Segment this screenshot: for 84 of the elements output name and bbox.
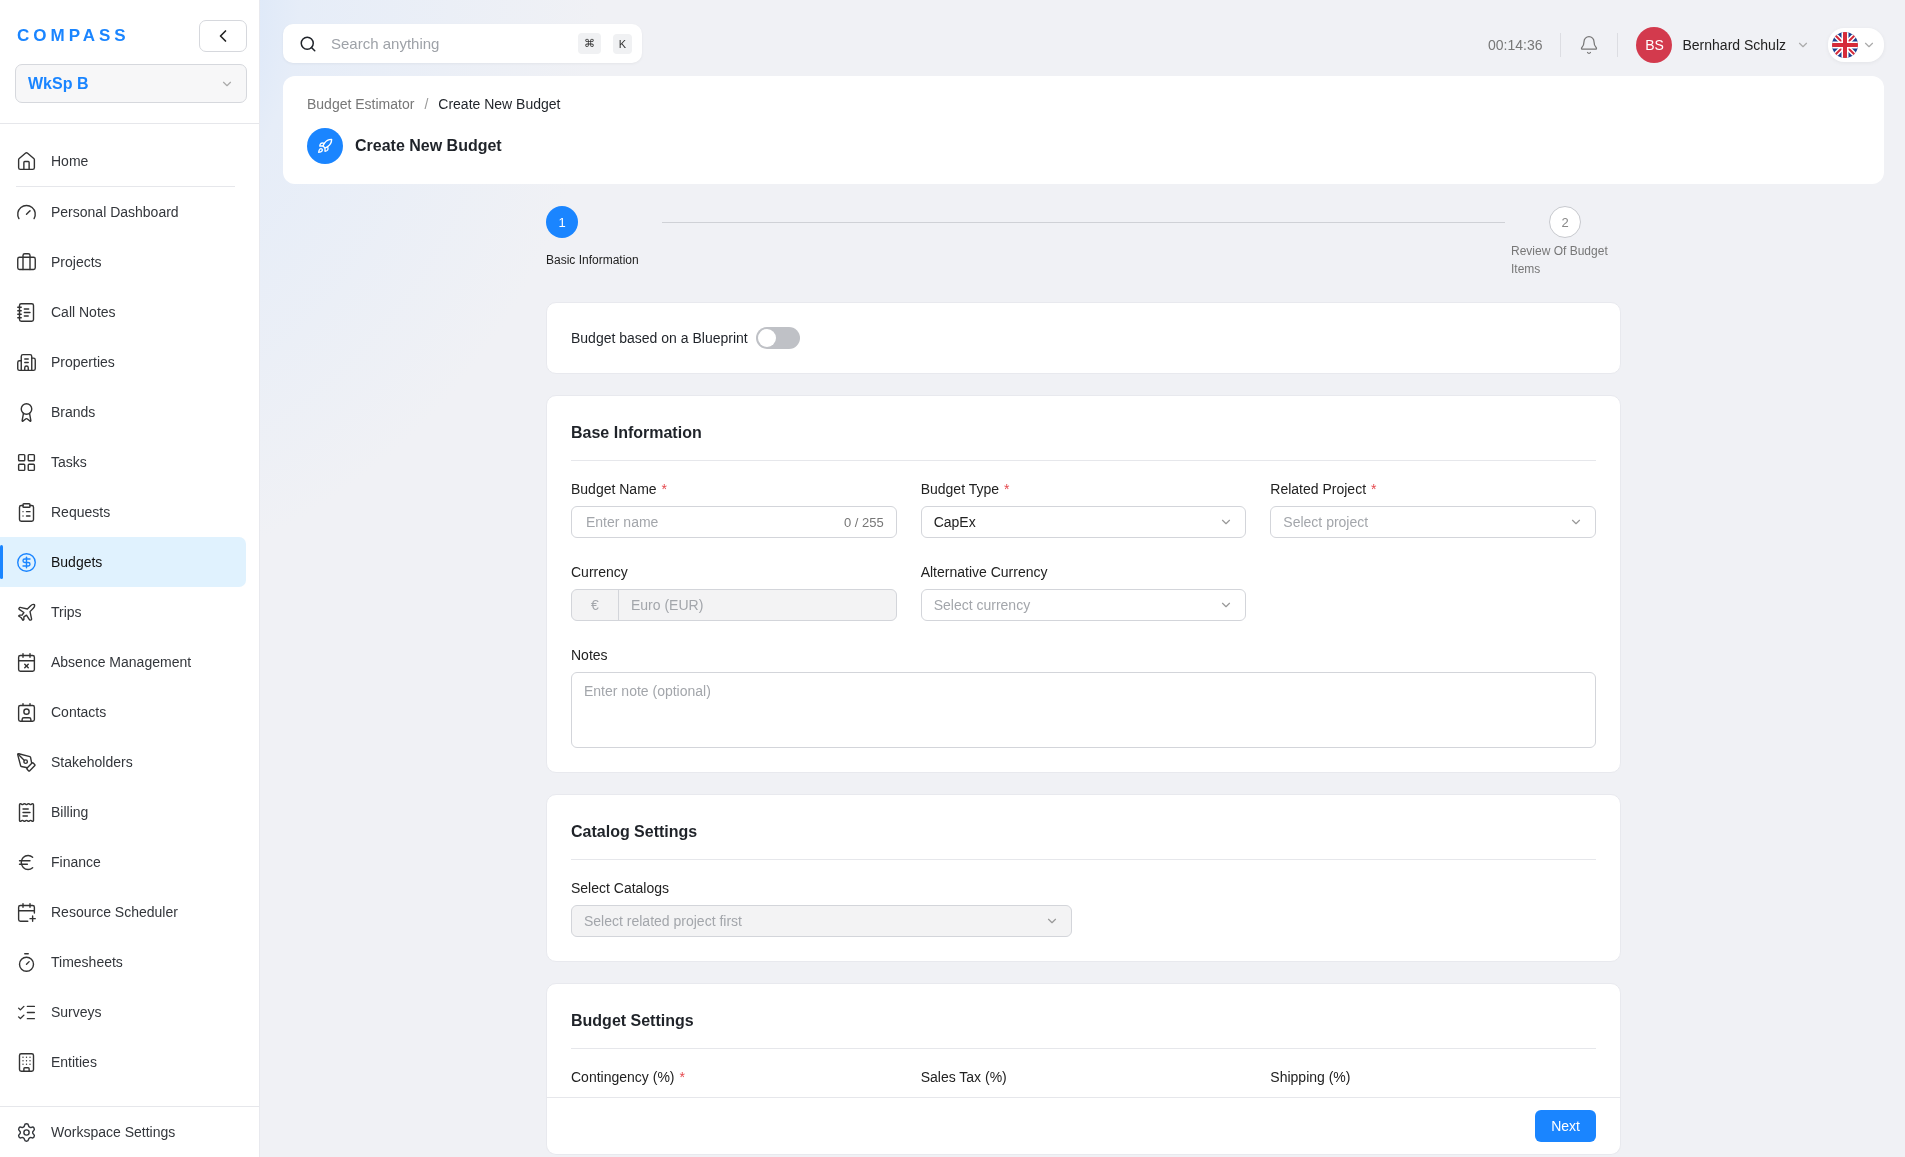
nav-icon (16, 451, 37, 473)
step-label: Review Of Budget Items (1511, 243, 1609, 278)
timer: 00:14:36 (1488, 37, 1543, 53)
shortcut-key: K (612, 33, 632, 54)
step-label: Basic Information (546, 252, 640, 269)
sidebar-item[interactable]: Trips (0, 587, 246, 637)
step-number: 1 (546, 206, 578, 238)
sidebar-item[interactable]: Requests (0, 487, 246, 537)
sidebar-item[interactable]: Contacts (0, 687, 246, 737)
sidebar-item[interactable]: Absence Management (0, 637, 246, 687)
input-field[interactable]: Enter name 0 / 255 (571, 506, 897, 538)
nav-icon (16, 551, 37, 573)
page-title: Create New Budget (355, 137, 502, 155)
sidebar-item[interactable]: Personal Dashboard (0, 187, 246, 237)
field-label: Notes (571, 647, 608, 663)
sidebar-item[interactable]: Home (0, 136, 246, 186)
sidebar-item[interactable]: Call Notes (0, 287, 246, 337)
nav-icon (16, 601, 37, 623)
currency-prefix: € (572, 590, 619, 620)
field-label: Budget Type (920, 481, 1000, 497)
breadcrumb-link[interactable]: Budget Estimator (307, 96, 415, 112)
field-label: Contingency (%) (571, 1069, 675, 1085)
field-label: Shipping (%) (1270, 1069, 1351, 1085)
sidebar-item[interactable]: Brands (0, 387, 246, 437)
section-title: Catalog Settings (571, 819, 1596, 860)
field-label: Select Catalogs (571, 880, 670, 896)
user-menu[interactable]: BS Bernhard Schulz (1636, 27, 1810, 63)
field-label: Budget Name (571, 481, 657, 497)
select-field[interactable]: CapEx (920, 506, 1247, 538)
sidebar-item[interactable]: Workspace Settings (0, 1107, 246, 1157)
sidebar-item[interactable]: Tasks (0, 437, 246, 487)
sidebar-item[interactable]: Budgets (0, 537, 246, 587)
toggle-label: Budget based on a Blueprint (571, 330, 748, 346)
sidebar-item[interactable]: Resource Scheduler (0, 887, 246, 937)
search-input[interactable]: Search anything (329, 34, 566, 53)
sidebar-item[interactable]: Finance (0, 837, 246, 887)
next-button[interactable]: Next (1535, 1110, 1596, 1142)
required-mark: * (1371, 481, 1377, 497)
section-title: Budget Settings (571, 1008, 1596, 1049)
nav-icon (16, 1051, 37, 1073)
nav-icon (16, 651, 37, 673)
breadcrumb-link[interactable]: Create New Budget (438, 96, 561, 112)
section-title: Base Information (571, 420, 1596, 461)
sidebar-item[interactable]: Projects (0, 237, 246, 287)
name-input[interactable]: Enter name (584, 513, 836, 531)
required-mark: * (1004, 481, 1010, 497)
nav-icon (16, 150, 37, 172)
rocket-icon (307, 128, 343, 164)
field-label: Alternative Currency (920, 564, 1048, 580)
field-label: Sales Tax (%) (920, 1069, 1007, 1085)
flag-icon (1832, 32, 1858, 58)
shortcut-key: ⌘ (577, 33, 601, 54)
logo: COMPASS (16, 26, 130, 46)
required-mark: * (679, 1069, 685, 1085)
nav-icon (16, 501, 37, 523)
nav-icon (16, 951, 37, 973)
toggle-switch[interactable] (755, 327, 800, 349)
search-icon (299, 34, 317, 53)
required-mark: * (661, 481, 668, 497)
character-counter: 0 / 255 (843, 514, 884, 530)
notes-field[interactable]: Enter note (optional) (571, 672, 1596, 748)
sidebar-item[interactable]: Timesheets (0, 937, 246, 987)
sidebar-item[interactable]: Surveys (0, 987, 246, 1037)
nav-icon (16, 301, 37, 323)
sidebar-item[interactable]: Entities (0, 1037, 246, 1087)
breadcrumb-separator: / (424, 96, 429, 112)
currency-value: Euro (EUR) (630, 596, 705, 615)
nav-icon (16, 801, 37, 823)
avatar: BS (1636, 27, 1673, 63)
sidebar-item[interactable]: Billing (0, 787, 246, 837)
settings-icon (16, 1121, 37, 1143)
language-button[interactable] (1828, 28, 1884, 62)
sidebar-item[interactable]: Properties (0, 337, 246, 387)
field-label: Related Project (1270, 481, 1367, 497)
nav-icon (16, 901, 37, 923)
nav-icon (16, 701, 37, 723)
notification-bell-icon[interactable] (1579, 35, 1600, 55)
sidebar-item[interactable]: Stakeholders (0, 737, 246, 787)
nav-icon (16, 251, 37, 273)
nav-icon (16, 351, 37, 373)
field-label: Currency (571, 564, 628, 580)
step-number: 2 (1549, 206, 1581, 238)
search-bar[interactable]: Search anything ⌘ K (283, 24, 642, 63)
nav-icon (16, 751, 37, 773)
